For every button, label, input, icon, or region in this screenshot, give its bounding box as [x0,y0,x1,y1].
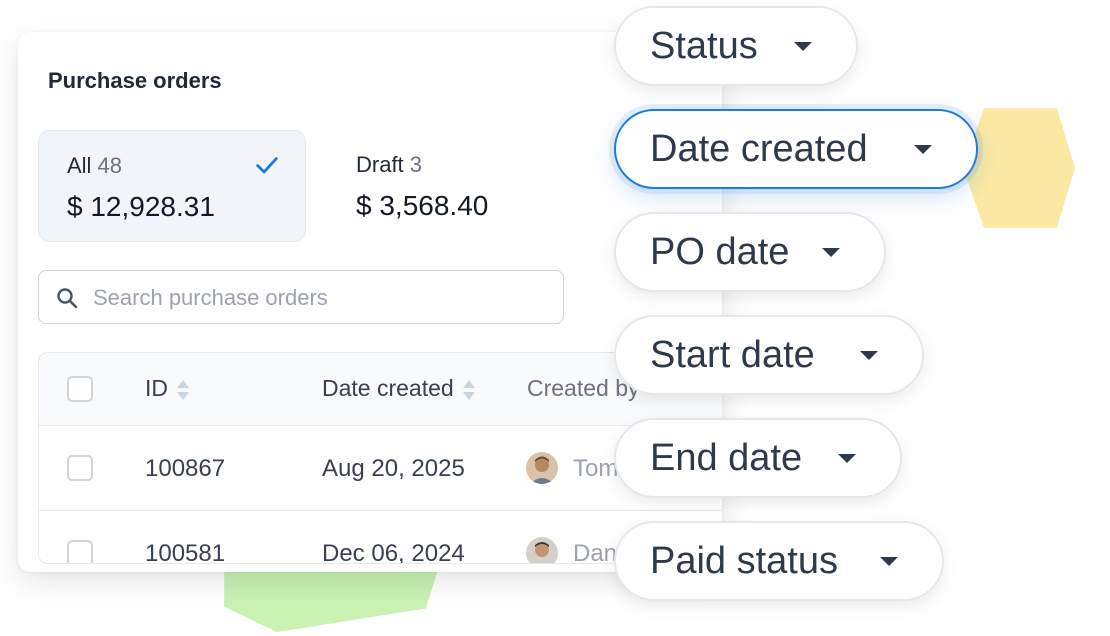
avatar [526,452,558,484]
search-icon [57,288,78,309]
chevron-down-icon [794,42,812,51]
check-icon [256,157,278,174]
row-id: 100867 [145,455,226,482]
row-date-created: Aug 20, 2025 [322,455,465,482]
search-box [38,270,564,324]
filter-status-label: Status [650,25,758,67]
row-created-by: Dan [573,540,618,564]
column-header-id[interactable]: ID [145,375,190,402]
tab-draft[interactable]: Draft 3 $ 3,568.40 [328,130,596,242]
select-all-checkbox[interactable] [67,376,93,402]
tab-draft-label: Draft [356,152,404,177]
column-header-date-created[interactable]: Date created [322,375,476,402]
chevron-down-icon [880,557,898,566]
filter-paid-status-label: Paid status [650,540,838,582]
sort-icon [177,379,189,400]
filter-start-date[interactable]: Start date [614,315,924,395]
tab-draft-amount: $ 3,568.40 [356,190,489,221]
filter-paid-status[interactable]: Paid status [614,521,944,601]
search-input[interactable] [91,281,535,315]
page-title: Purchase orders [48,68,222,93]
tab-all[interactable]: All 48 $ 12,928.31 [38,130,306,242]
filter-po-date[interactable]: PO date [614,212,886,292]
purchase-orders-card: Purchase orders All 48 $ 12,928.31 Draft 3… [18,32,722,572]
filter-date-created-label: Date created [650,128,868,170]
tab-all-label: All [67,153,92,178]
row-checkbox[interactable] [67,540,93,563]
row-id: 100581 [145,540,226,564]
tab-draft-count: 3 [409,152,422,177]
row-created-by: Tom [573,455,619,482]
row-date-created: Dec 06, 2024 [322,540,465,564]
chevron-down-icon [822,248,840,257]
avatar [526,537,558,563]
filter-start-date-label: Start date [650,334,815,376]
filter-status[interactable]: Status [614,6,858,86]
tab-all-count: 48 [97,153,122,178]
tab-all-amount: $ 12,928.31 [67,191,215,222]
filter-end-date[interactable]: End date [614,418,902,498]
chevron-down-icon [838,454,856,463]
chevron-down-icon [860,351,878,360]
filter-po-date-label: PO date [650,231,790,273]
sort-icon [462,379,475,400]
filter-date-created[interactable]: Date created [614,109,978,189]
row-checkbox[interactable] [67,455,93,481]
filter-end-date-label: End date [650,437,803,479]
chevron-down-icon [914,145,932,154]
